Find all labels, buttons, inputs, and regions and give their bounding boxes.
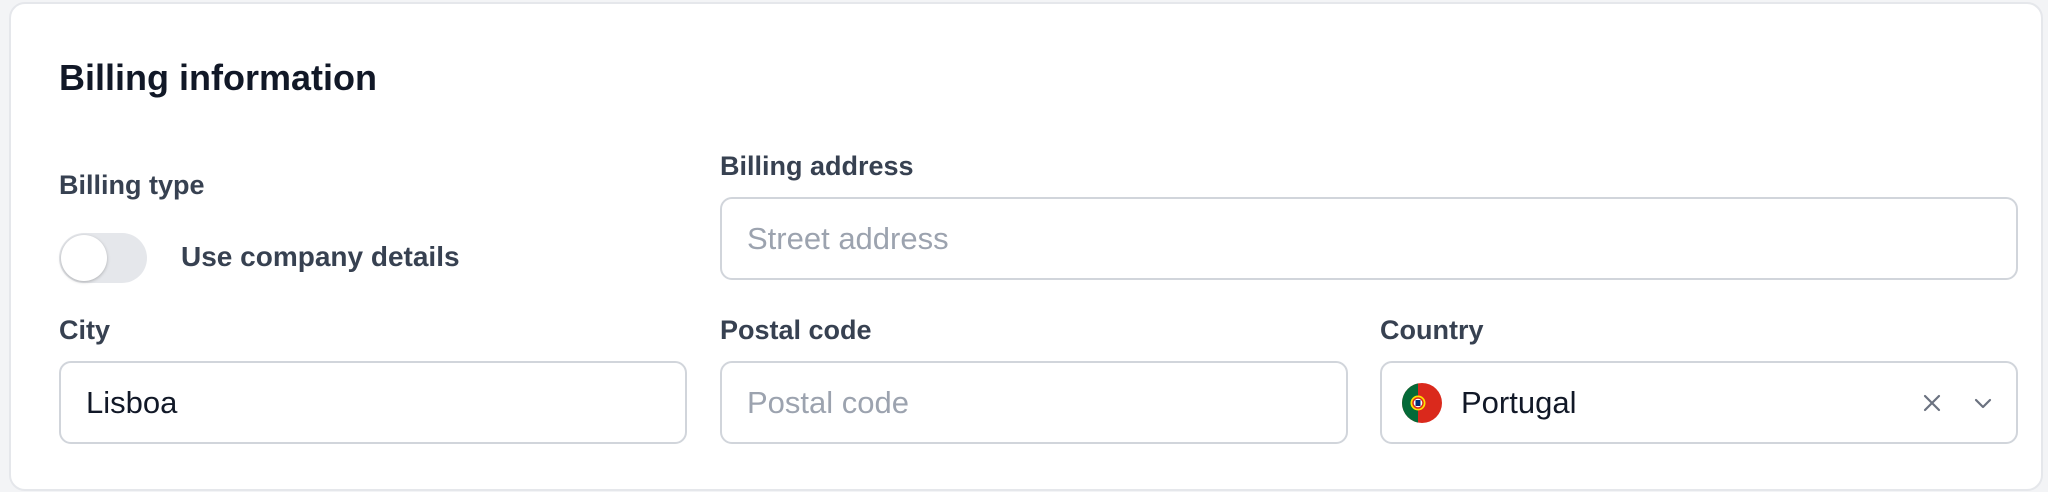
toggle-knob bbox=[61, 235, 107, 281]
billing-address-field bbox=[720, 197, 2018, 280]
billing-type-label: Billing type bbox=[59, 170, 205, 200]
country-label: Country bbox=[1380, 315, 1484, 345]
chevron-down-icon[interactable] bbox=[1966, 386, 2000, 420]
billing-address-input[interactable] bbox=[722, 199, 2016, 278]
use-company-details-label[interactable]: Use company details bbox=[181, 241, 460, 273]
postal-code-input[interactable] bbox=[722, 363, 1346, 442]
billing-address-label: Billing address bbox=[720, 151, 914, 181]
portugal-flag-icon bbox=[1402, 382, 1442, 423]
city-label: City bbox=[59, 315, 111, 345]
close-icon[interactable] bbox=[1915, 386, 1949, 420]
use-company-details-toggle[interactable] bbox=[59, 233, 147, 283]
postal-code-field bbox=[720, 361, 1348, 444]
billing-card: Billing information Billing type Use com… bbox=[9, 2, 2043, 491]
city-input[interactable] bbox=[61, 363, 685, 442]
postal-code-label: Postal code bbox=[720, 315, 872, 345]
country-select[interactable]: Portugal bbox=[1380, 361, 2018, 444]
card-title: Billing information bbox=[59, 57, 377, 98]
country-selected-value: Portugal bbox=[1461, 384, 1577, 420]
city-field bbox=[59, 361, 687, 444]
